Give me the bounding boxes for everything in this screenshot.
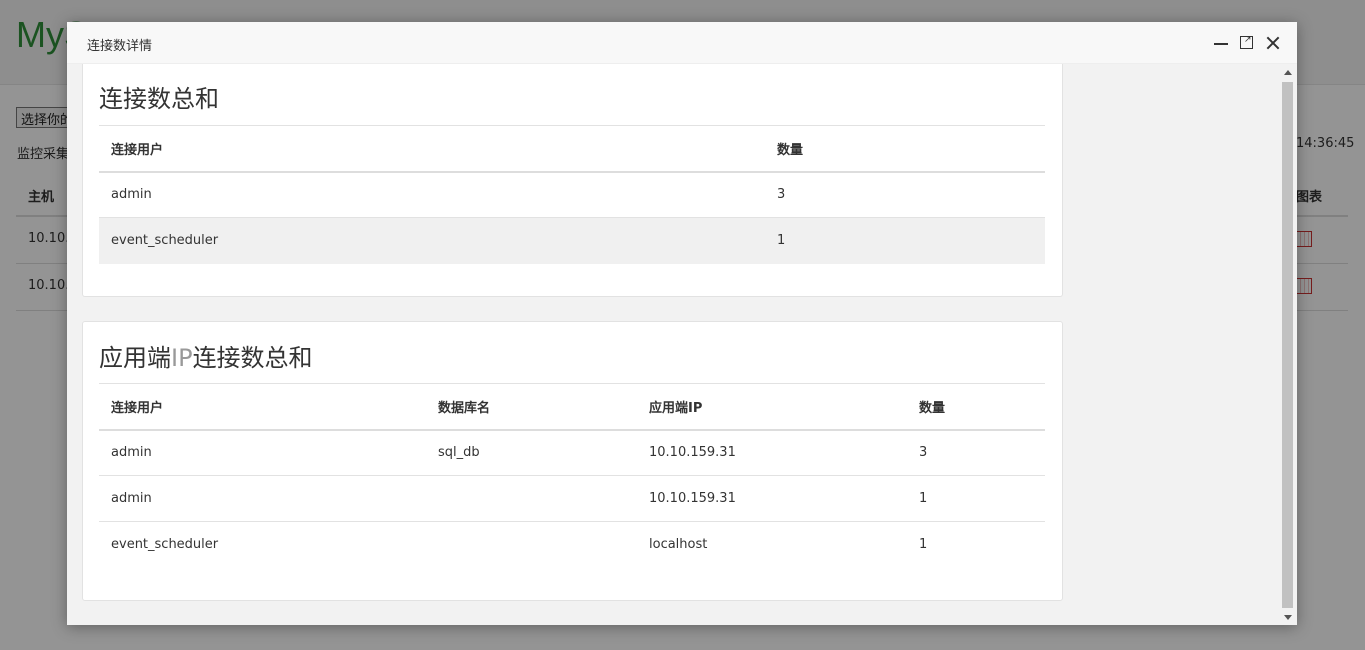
- dialog-title: 连接数详情: [87, 39, 153, 54]
- scroll-up-arrow-icon[interactable]: [1284, 70, 1292, 75]
- cell-user: event_scheduler: [99, 217, 765, 264]
- table-header-row: 连接用户 数量: [99, 125, 1045, 173]
- table-row: admin 3: [99, 171, 1045, 218]
- column-header-database: 数据库名: [426, 383, 637, 431]
- cell-user: admin: [99, 429, 426, 476]
- cell-user: event_scheduler: [111, 537, 219, 553]
- app-ip-connections-table: 连接用户 数据库名 应用端IP 数量 admin sql_db 10.10.15…: [99, 383, 1045, 568]
- cell-app-ip: 10.10.159.31: [637, 475, 907, 522]
- cell-user: admin: [99, 171, 765, 218]
- cell-database: [426, 475, 637, 522]
- cell-count: 3: [765, 171, 1045, 218]
- column-header-app-ip: 应用端IP: [637, 383, 907, 431]
- total-connections-panel: 连接数总和 连接用户 数量 admin 3 event_scheduler 1: [82, 64, 1063, 297]
- minimize-icon[interactable]: [1212, 34, 1230, 52]
- panel-title-ip: IP: [171, 344, 193, 372]
- dialog-body: 连接数总和 连接用户 数量 admin 3 event_scheduler 1: [67, 64, 1297, 625]
- column-header-user: 连接用户: [99, 125, 765, 173]
- dialog-titlebar[interactable]: 连接数详情 ↗: [67, 22, 1297, 64]
- dialog-scrollbar[interactable]: [1279, 64, 1297, 625]
- cell-count: 3: [907, 429, 1045, 476]
- app-ip-connections-panel: 应用端IP连接数总和 连接用户 数据库名 应用端IP 数量 admin sql_…: [82, 321, 1063, 601]
- table-row: event_scheduler localhost 1: [99, 522, 1045, 568]
- table-row: admin sql_db 10.10.159.31 3: [99, 429, 1045, 476]
- table-header-row: 连接用户 数据库名 应用端IP 数量: [99, 383, 1045, 431]
- column-header-count: 数量: [907, 383, 1045, 431]
- column-header-count: 数量: [765, 125, 1045, 173]
- close-icon[interactable]: [1264, 34, 1282, 52]
- cell-database: [426, 522, 637, 568]
- maximize-icon[interactable]: ↗: [1238, 34, 1256, 52]
- total-connections-table: 连接用户 数量 admin 3 event_scheduler 1: [99, 125, 1045, 264]
- cell-count: 1: [919, 537, 928, 553]
- panel-title-suffix: 连接数总和: [192, 344, 313, 372]
- panel-title-prefix: 应用端: [99, 344, 171, 372]
- panel-title: 连接数总和: [99, 85, 219, 113]
- cell-database: sql_db: [426, 429, 637, 476]
- panel-title: 应用端IP连接数总和: [99, 338, 313, 373]
- cell-app-ip: localhost: [649, 537, 708, 553]
- table-row: admin 10.10.159.31 1: [99, 475, 1045, 522]
- scroll-down-arrow-icon[interactable]: [1284, 615, 1292, 620]
- cell-app-ip: 10.10.159.31: [637, 429, 907, 476]
- connections-dialog: 连接数详情 ↗ 连接数总和 连接用户 数量 admin 3 event_sche…: [67, 22, 1297, 625]
- cell-user: admin: [99, 475, 426, 522]
- scrollbar-thumb[interactable]: [1282, 82, 1293, 608]
- cell-count: 1: [765, 217, 1045, 264]
- table-row: event_scheduler 1: [99, 217, 1045, 264]
- cell-count: 1: [907, 475, 1045, 522]
- column-header-user: 连接用户: [99, 383, 426, 431]
